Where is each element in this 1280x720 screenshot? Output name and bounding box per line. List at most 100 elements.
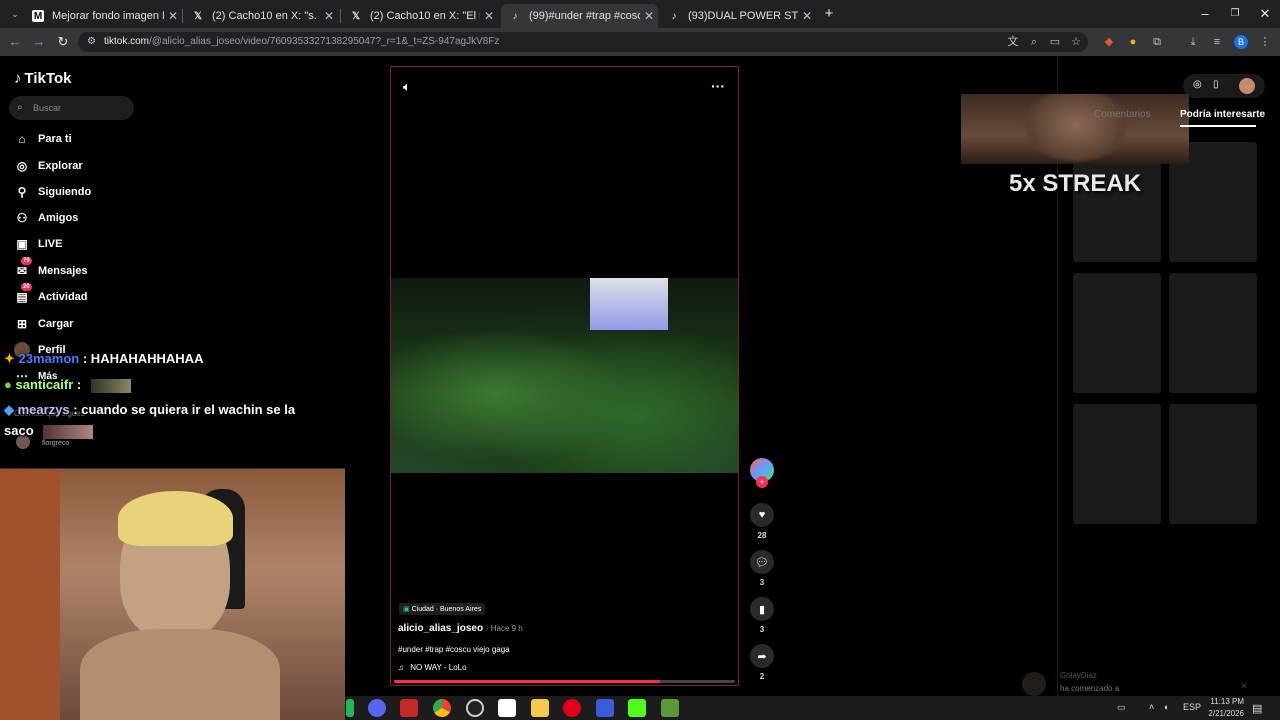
opera-icon[interactable]	[563, 699, 581, 717]
forward-icon[interactable]: →	[30, 33, 48, 51]
extensions-puzzle-icon[interactable]: ⧉	[1150, 35, 1164, 49]
app-icon[interactable]	[596, 699, 614, 717]
taskbar-clock[interactable]: 11:13 PM 2/21/2026	[1200, 696, 1244, 720]
suggested-video-thumb[interactable]	[1169, 273, 1257, 393]
close-tab-icon[interactable]: ✕	[164, 9, 182, 23]
tiktok-logo[interactable]: ♪ TikTok	[14, 70, 71, 87]
discord-icon[interactable]	[368, 699, 386, 717]
site-info-icon[interactable]: ⚙	[87, 32, 96, 52]
share-count: 2	[759, 672, 765, 681]
notification-close-icon[interactable]: ✕	[1240, 681, 1248, 692]
music-line[interactable]: ♫ NO WAY - LoLo	[398, 663, 467, 672]
kick-icon[interactable]	[628, 699, 646, 717]
nav-item-actividad[interactable]: ▤ 20 Actividad	[14, 283, 88, 307]
zoom-icon[interactable]: ⌕	[1027, 35, 1041, 49]
notification-user: GolayDiaz	[1060, 671, 1097, 680]
chat-emote-icon	[43, 424, 94, 439]
chat-text: : HAHAHAHHAHAA	[82, 351, 204, 366]
device-icon[interactable]: ▯	[1213, 79, 1219, 90]
nav-item-siguiendo[interactable]: ⚲ Siguiendo	[14, 182, 92, 202]
suggested-video-thumb[interactable]	[1073, 404, 1161, 524]
suggested-video-thumb[interactable]	[1073, 273, 1161, 393]
save-button[interactable]: ▮ 3	[750, 597, 774, 634]
bookmark-star-icon[interactable]: ☆	[1069, 35, 1083, 49]
spotify-icon[interactable]	[346, 699, 354, 717]
browser-tab-2[interactable]: 𝕏 (2) Cacho10 en X: "s. https://t.co ✕	[184, 4, 338, 28]
browser-tab-4-active[interactable]: ♪ (99)#under #trap #coscu viejo g ✕	[501, 4, 658, 28]
share-icon: ➦	[750, 644, 774, 668]
extension-icon[interactable]: ●	[1126, 35, 1140, 49]
speaker-icon[interactable]: ◖	[1163, 702, 1168, 712]
browser-tab-1[interactable]: M Mejorar fondo imagen ML ✕	[24, 4, 182, 28]
nav-item-live[interactable]: ▣ LIVE	[14, 234, 62, 254]
comment-button[interactable]: 💬︎ 3	[750, 550, 774, 587]
tiktok-note-icon: ♪	[14, 70, 22, 87]
video-hashtags[interactable]: #under #trap #coscu viejo gaga	[398, 645, 510, 654]
location-tag[interactable]: ▣ Ciudad · Buenos Aires	[399, 603, 486, 615]
nav-label: Cargar	[38, 318, 74, 330]
restore-icon[interactable]: ❐	[1226, 5, 1244, 23]
nav-item-cargar[interactable]: ⊞ Cargar	[14, 314, 74, 334]
webcam-wall	[0, 469, 60, 720]
close-window-icon[interactable]: ✕	[1256, 5, 1274, 23]
tab-podria-interesarte[interactable]: Podría interesarte	[1180, 109, 1265, 120]
share-button[interactable]: ➦ 2	[750, 644, 774, 681]
menu-kebab-icon[interactable]: ⋮	[1258, 35, 1272, 49]
chat-emote-icon	[90, 378, 131, 393]
comment-count: 3	[759, 578, 765, 587]
obs-icon[interactable]	[466, 699, 484, 717]
minecraft-icon[interactable]	[661, 699, 679, 717]
close-tab-icon[interactable]: ✕	[480, 9, 498, 23]
more-options-icon[interactable]: ···	[711, 78, 725, 94]
notification-center-icon[interactable]: ▤	[1252, 702, 1262, 715]
search-placeholder: Buscar	[33, 103, 62, 113]
x-favicon-icon: 𝕏	[351, 10, 361, 22]
nav-item-amigos[interactable]: ⚇ Amigos	[14, 208, 79, 228]
volume-icon[interactable]: 🔈︎	[403, 79, 411, 95]
suggested-video-thumb[interactable]	[1169, 404, 1257, 524]
tab-title: (2) Cacho10 en X: "El no perdió	[370, 10, 480, 22]
tab-comentarios[interactable]: Comentarios	[1094, 109, 1151, 120]
close-tab-icon[interactable]: ✕	[640, 9, 658, 23]
user-avatar[interactable]	[1239, 78, 1255, 94]
like-button[interactable]: ♥ 28	[750, 503, 774, 540]
extension-icon[interactable]: ◆	[1102, 35, 1116, 49]
chrome-icon[interactable]	[433, 699, 451, 717]
nav-item-para-ti[interactable]: ⌂ Para ti	[14, 129, 71, 149]
author-avatar-button[interactable]: +	[750, 458, 774, 488]
new-tab-button[interactable]: +	[820, 5, 838, 23]
tab-search-icon[interactable]: ⌄	[6, 5, 24, 23]
close-tab-icon[interactable]: ✕	[320, 9, 338, 23]
profile-avatar[interactable]: B	[1234, 35, 1248, 49]
nav-item-mensajes[interactable]: ✉ 79 Mensajes	[14, 257, 88, 281]
coin-icon[interactable]: ◎	[1193, 79, 1202, 90]
browser-tab-5[interactable]: ♪ (93)DUAL POWER STREET (@du ✕	[660, 4, 816, 28]
nav-label: Amigos	[38, 212, 79, 224]
reading-list-icon[interactable]: ≡	[1210, 35, 1224, 49]
browser-tab-3[interactable]: 𝕏 (2) Cacho10 en X: "El no perdió ✕	[342, 4, 498, 28]
streak-overlay-text: 5x STREAK	[1009, 170, 1142, 197]
app-icon[interactable]	[498, 699, 516, 717]
streak-face	[1021, 94, 1131, 164]
close-tab-icon[interactable]: ✕	[798, 9, 816, 23]
messages-badge: 79	[21, 257, 32, 265]
chat-username: mearzys	[17, 402, 70, 417]
app-icon[interactable]	[400, 699, 418, 717]
translate-icon[interactable]: 文	[1006, 35, 1020, 49]
minimize-icon[interactable]: –	[1196, 5, 1214, 23]
tray-app-icon[interactable]: ▭	[1117, 702, 1126, 713]
reload-icon[interactable]: ↻	[54, 33, 72, 51]
back-icon[interactable]: ←	[6, 33, 24, 51]
language-indicator[interactable]: ESP	[1183, 702, 1201, 712]
download-icon[interactable]: ⤓	[1186, 35, 1200, 49]
search-input[interactable]: ⌕ Buscar	[9, 96, 134, 120]
follow-plus-icon[interactable]: +	[756, 476, 768, 488]
cast-icon[interactable]: ▭	[1048, 35, 1062, 49]
address-bar[interactable]: ⚙ tiktok.com/@alicio_alias_joseo/video/7…	[78, 32, 1088, 52]
nav-label: Mensajes	[38, 265, 88, 277]
nav-item-explorar[interactable]: ◎ Explorar	[14, 156, 83, 176]
author-name[interactable]: alicio_alias_joseo	[398, 623, 483, 634]
tray-overflow-icon[interactable]: ˄	[1149, 702, 1154, 712]
file-explorer-icon[interactable]	[531, 699, 549, 717]
followed-user-name[interactable]: florgreco	[42, 440, 69, 447]
